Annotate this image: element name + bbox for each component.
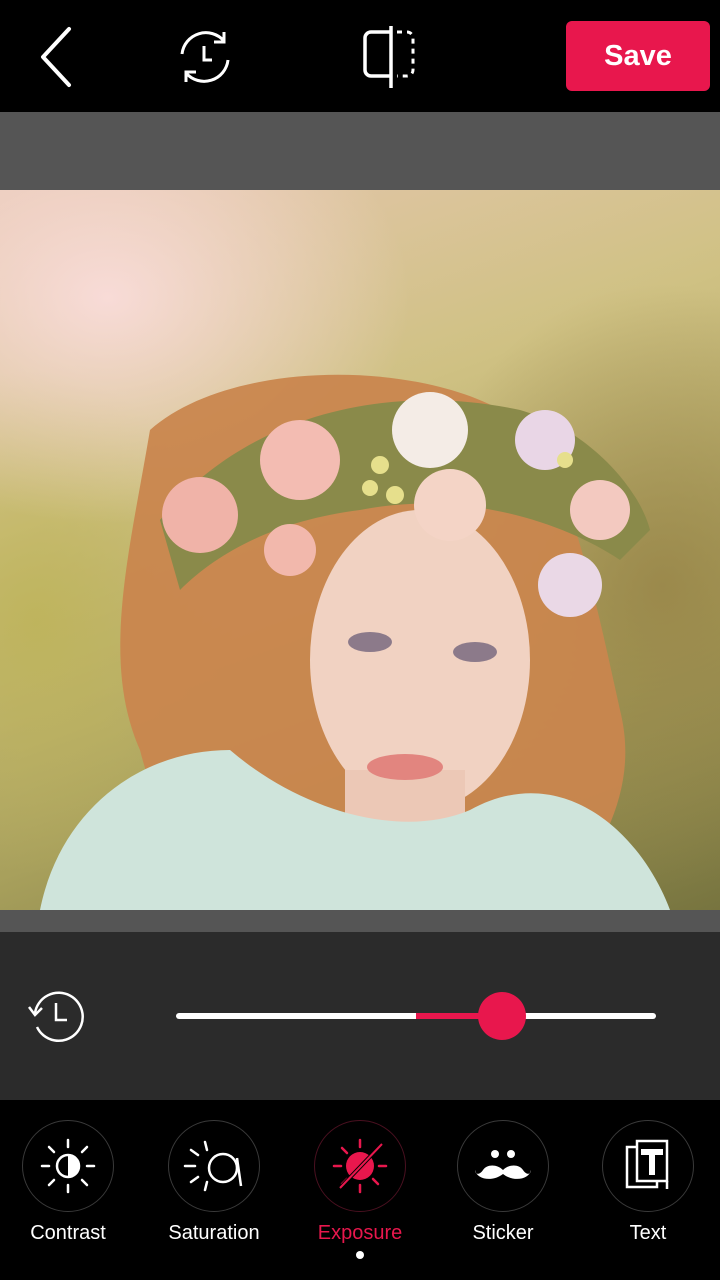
tool-label: Exposure — [317, 1222, 403, 1244]
tool-label: Saturation — [168, 1222, 260, 1244]
back-arrow-icon[interactable] — [22, 22, 92, 92]
top-bar: Save — [0, 0, 720, 112]
tool-circle — [314, 1120, 406, 1212]
tool-circle — [168, 1120, 260, 1212]
adjustment-panel — [0, 932, 720, 1100]
compare-split-icon[interactable] — [354, 22, 424, 92]
tool-label: Contrast — [30, 1222, 106, 1244]
tool-label: Sticker — [472, 1222, 534, 1244]
tool-circle — [457, 1120, 549, 1212]
text-icon — [625, 1139, 669, 1189]
tool-text[interactable]: Text — [575, 1120, 720, 1270]
exposure-icon — [332, 1138, 388, 1194]
tool-circle — [22, 1120, 114, 1212]
history-icon[interactable] — [170, 22, 240, 92]
edited-photo[interactable] — [0, 190, 720, 910]
tool-bar: Contrast Saturation Exposure Sticker Tex… — [0, 1100, 720, 1280]
slider-thumb[interactable] — [478, 992, 527, 1040]
saturation-icon — [183, 1140, 243, 1192]
mustache-sticker-icon — [475, 1150, 531, 1179]
tool-label: Text — [629, 1222, 667, 1244]
tool-contrast[interactable]: Contrast — [0, 1120, 141, 1270]
active-indicator-dot — [356, 1251, 364, 1259]
save-button[interactable]: Save — [566, 21, 710, 91]
canvas-area — [0, 112, 720, 932]
exposure-slider[interactable] — [176, 990, 656, 1042]
reset-history-icon[interactable] — [26, 988, 86, 1048]
tool-circle — [602, 1120, 694, 1212]
tool-sticker[interactable]: Sticker — [430, 1120, 576, 1270]
tool-exposure[interactable]: Exposure — [287, 1120, 433, 1270]
tool-saturation[interactable]: Saturation — [141, 1120, 287, 1270]
contrast-icon — [40, 1138, 96, 1194]
